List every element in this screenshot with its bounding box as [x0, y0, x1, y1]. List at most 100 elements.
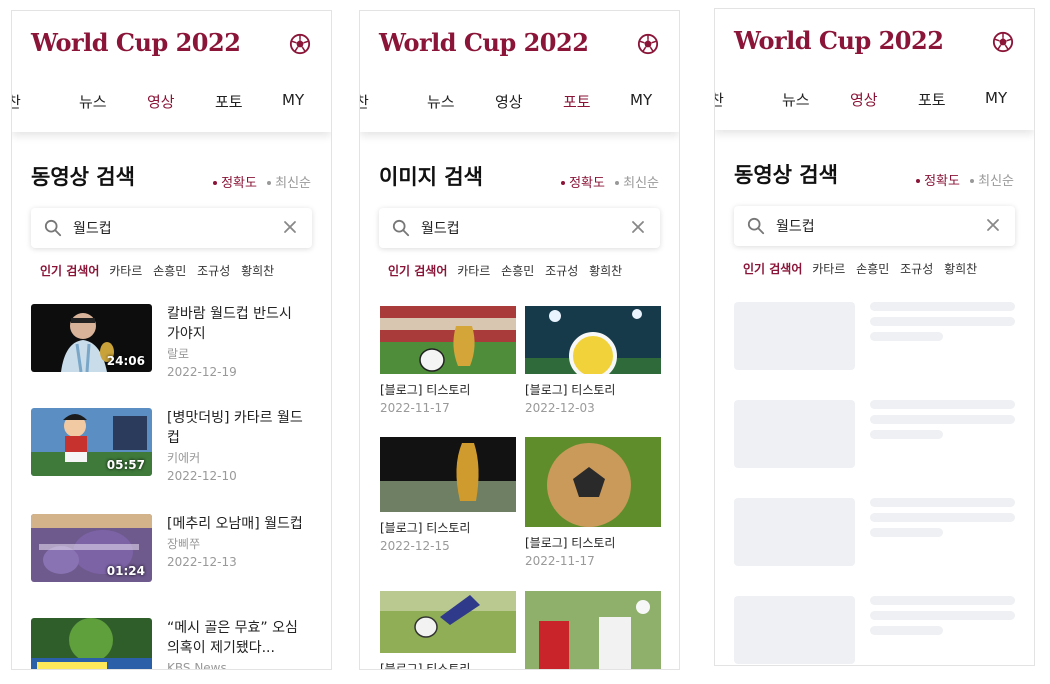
- sort-latest-label: 최신순: [623, 176, 659, 191]
- image-caption: [블로그] 티스토리: [525, 536, 616, 550]
- video-thumbnail[interactable]: 05:57: [31, 408, 152, 476]
- tab-news[interactable]: 뉴스: [79, 91, 107, 112]
- skeleton-line: [870, 513, 1015, 522]
- image-thumbnail[interactable]: [380, 437, 516, 512]
- keyword-chip[interactable]: 손흥민: [501, 264, 534, 278]
- skeleton-line: [870, 317, 1015, 326]
- page-title: 동영상 검색: [734, 163, 838, 187]
- tab-news[interactable]: 뉴스: [427, 91, 455, 112]
- video-item[interactable]: 05:57 [병맛더빙] 카타르 월드컵 키에커 2022-12-10: [31, 408, 321, 498]
- soccer-ball-icon[interactable]: [992, 31, 1014, 53]
- tab-photo[interactable]: 포토: [215, 91, 243, 112]
- sort-latest[interactable]: 최신순: [267, 176, 311, 191]
- sort-latest[interactable]: 최신순: [970, 174, 1014, 189]
- tab-partial[interactable]: 찬: [12, 91, 21, 112]
- sort-accuracy[interactable]: 정확도: [213, 176, 257, 191]
- search-input[interactable]: [421, 217, 621, 239]
- page-title: 이미지 검색: [379, 165, 483, 189]
- sort-options: 정확도 최신순: [213, 172, 311, 191]
- soccer-ball-icon[interactable]: [289, 33, 311, 55]
- video-duration: 24:06: [106, 354, 145, 368]
- tab-partial[interactable]: 찬: [715, 89, 724, 110]
- tab-news[interactable]: 뉴스: [782, 89, 810, 110]
- image-item[interactable]: [블로그] 티스토리 2022-11-17: [525, 437, 661, 570]
- image-item[interactable]: [블로그] 티스토리 2022-12-15: [380, 437, 516, 555]
- video-title[interactable]: 칼바람 월드컵 반드시 가야지: [167, 304, 307, 344]
- video-channel: 장삐쭈: [167, 537, 201, 551]
- keyword-chip[interactable]: 조규성: [545, 264, 578, 278]
- search-input[interactable]: [776, 215, 976, 237]
- sort-accuracy[interactable]: 정확도: [916, 174, 960, 189]
- keyword-chip[interactable]: 카타르: [457, 264, 490, 278]
- tab-my[interactable]: MY: [985, 89, 1007, 107]
- video-thumbnail[interactable]: [31, 618, 152, 669]
- image-item[interactable]: [블로그] 티스토리 2022-11-17: [380, 306, 516, 417]
- video-title[interactable]: [병맛더빙] 카타르 월드컵: [167, 408, 307, 448]
- tab-photo[interactable]: 포토: [563, 91, 591, 112]
- skeleton-line: [870, 611, 1015, 620]
- keyword-chip[interactable]: 손흥민: [856, 262, 889, 276]
- tab-my[interactable]: MY: [282, 91, 304, 109]
- skeleton-line: [870, 332, 943, 341]
- video-item[interactable]: “메시 골은 무효” 오심 의혹이 제기됐다... KBS News: [31, 618, 321, 669]
- image-date: 2022-11-17: [380, 401, 450, 415]
- close-icon[interactable]: [985, 217, 1001, 233]
- search-icon[interactable]: [44, 219, 62, 237]
- dot-icon: [615, 180, 620, 185]
- keyword-chip[interactable]: 황희찬: [589, 264, 622, 278]
- app-header: World Cup 2022 찬 뉴스 영상 포토 MY: [12, 11, 331, 132]
- video-thumbnail[interactable]: 01:24: [31, 514, 152, 582]
- popular-keywords: 인기 검색어 카타르 손흥민 조규성 황희찬: [743, 260, 984, 277]
- keyword-chip[interactable]: 카타르: [109, 264, 142, 278]
- search-input[interactable]: [73, 217, 273, 239]
- tab-video[interactable]: 영상: [147, 91, 175, 112]
- app-logo[interactable]: World Cup 2022: [379, 28, 589, 57]
- app-logo[interactable]: World Cup 2022: [31, 28, 241, 57]
- close-icon[interactable]: [630, 219, 646, 235]
- image-thumbnail[interactable]: [380, 306, 516, 374]
- image-caption: [블로그] 티스토리: [380, 383, 471, 397]
- tab-my[interactable]: MY: [630, 91, 652, 109]
- app-logo[interactable]: World Cup 2022: [734, 26, 944, 55]
- keyword-chip[interactable]: 황희찬: [944, 262, 977, 276]
- video-date: 2022-12-10: [167, 469, 237, 483]
- keyword-chip[interactable]: 황희찬: [241, 264, 274, 278]
- skeleton-line: [870, 430, 943, 439]
- screen-video-search: World Cup 2022 찬 뉴스 영상 포토 MY 동영상 검색 정확도 …: [11, 10, 332, 670]
- image-item[interactable]: [525, 591, 661, 669]
- image-date: 2022-12-15: [380, 539, 450, 553]
- image-item[interactable]: [블로그] 티스토리 2022-12-03: [525, 306, 661, 417]
- image-thumbnail[interactable]: [525, 306, 661, 374]
- image-thumbnail[interactable]: [525, 591, 661, 669]
- image-thumbnail[interactable]: [525, 437, 661, 527]
- keyword-chip[interactable]: 카타르: [812, 262, 845, 276]
- image-item[interactable]: [블로그] 티스토리: [380, 591, 516, 669]
- image-thumbnail[interactable]: [380, 591, 516, 653]
- video-thumbnail[interactable]: 24:06: [31, 304, 152, 372]
- keyword-chip[interactable]: 조규성: [900, 262, 933, 276]
- tab-partial[interactable]: 찬: [360, 91, 369, 112]
- video-title[interactable]: “메시 골은 무효” 오심 의혹이 제기됐다...: [167, 618, 307, 658]
- video-date: 2022-12-13: [167, 555, 237, 569]
- sort-options: 정확도 최신순: [916, 170, 1014, 189]
- tab-video[interactable]: 영상: [495, 91, 523, 112]
- sort-latest[interactable]: 최신순: [615, 176, 659, 191]
- sort-accuracy[interactable]: 정확도: [561, 176, 605, 191]
- keyword-chip[interactable]: 조규성: [197, 264, 230, 278]
- sort-latest-label: 최신순: [978, 174, 1014, 189]
- soccer-ball-icon[interactable]: [637, 33, 659, 55]
- video-item[interactable]: 24:06 칼바람 월드컵 반드시 가야지 랄로 2022-12-19: [31, 304, 321, 394]
- video-item[interactable]: 01:24 [메추리 오남매] 월드컵 장삐쭈 2022-12-13: [31, 514, 321, 604]
- skeleton-item: [734, 596, 1016, 664]
- tab-photo[interactable]: 포토: [918, 89, 946, 110]
- tab-video[interactable]: 영상: [850, 89, 878, 110]
- keyword-chip[interactable]: 손흥민: [153, 264, 186, 278]
- dot-icon: [213, 180, 218, 185]
- video-title[interactable]: [메추리 오남매] 월드컵: [167, 514, 307, 534]
- video-meta: [메추리 오남매] 월드컵 장삐쭈 2022-12-13: [167, 514, 307, 571]
- close-icon[interactable]: [282, 219, 298, 235]
- search-icon[interactable]: [747, 217, 765, 235]
- screen-video-search-loading: World Cup 2022 찬 뉴스 영상 포토 MY 동영상 검색 정확도 …: [714, 8, 1035, 666]
- search-icon[interactable]: [392, 219, 410, 237]
- screen-image-search: World Cup 2022 찬 뉴스 영상 포토 MY 이미지 검색 정확도 …: [359, 10, 680, 670]
